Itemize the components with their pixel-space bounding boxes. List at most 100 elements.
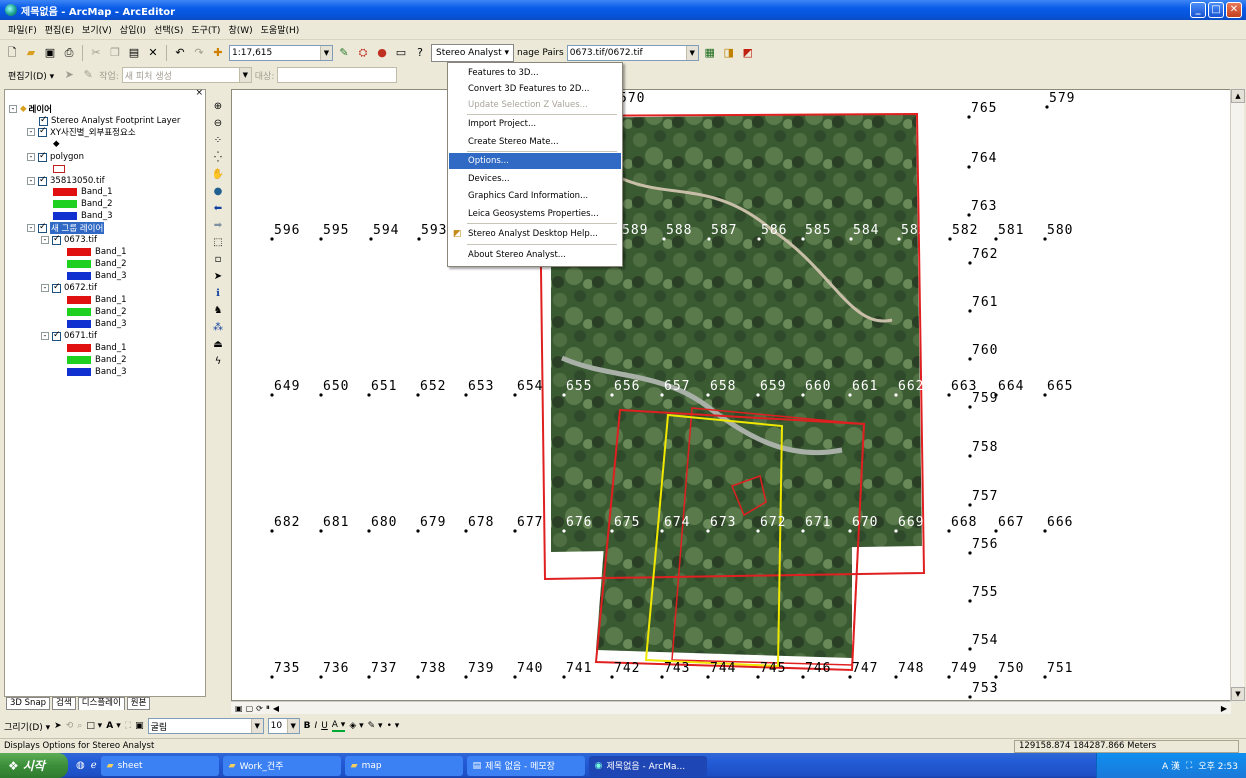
select-elements-icon[interactable]: ➤ (54, 721, 62, 731)
collapse-icon[interactable]: - (27, 224, 35, 232)
cut-icon[interactable]: ✂ (88, 45, 104, 61)
stereo-tools-icon[interactable]: ◩ (740, 45, 756, 61)
font-combo[interactable]: 굴림 ▼ (147, 718, 264, 734)
toc-row-0671[interactable]: - 0671.tif (41, 330, 97, 342)
scroll-down-icon[interactable]: ▼ (1231, 687, 1245, 701)
collapse-icon[interactable]: - (9, 105, 17, 113)
menu-item-devices[interactable]: Devices... (449, 171, 621, 187)
toc-row-polygon[interactable]: - polygon (27, 151, 84, 163)
new-text-icon[interactable]: A ▾ (106, 721, 121, 731)
horizontal-scrollbar[interactable]: ▣ ▢ ⟳ ⏸ ◀ ▶ (231, 701, 1231, 714)
chevron-down-icon[interactable]: ▼ (685, 46, 698, 60)
tab-source[interactable]: 원본 (126, 697, 151, 710)
menu-item-features-to-3d[interactable]: Features to 3D... (449, 65, 621, 81)
maximize-button[interactable]: □ (1208, 2, 1224, 18)
select-elements-icon[interactable]: ➤ (214, 270, 222, 284)
tab-display[interactable]: 디스플레이 (77, 697, 125, 710)
menu-item-options[interactable]: Options... (449, 153, 621, 169)
scroll-left-icon[interactable]: ◀ (273, 704, 279, 713)
font-style-icon[interactable]: ▣ (135, 721, 144, 731)
paste-icon[interactable]: ▤ (126, 45, 142, 61)
task-notepad[interactable]: ▤ 제목 없음 - 메모장 (466, 755, 585, 776)
open-folder-icon[interactable]: ▰ (23, 45, 39, 61)
chevron-down-icon[interactable]: ▼ (250, 719, 263, 733)
chevron-down-icon[interactable]: ▼ (286, 719, 299, 733)
menu-item-convert-to-2d[interactable]: Convert 3D Features to 2D... (449, 81, 621, 97)
bold-button[interactable]: B (304, 721, 311, 731)
map-scale-combo[interactable]: 1:17,615 ▼ (229, 45, 333, 61)
layer-checkbox[interactable] (39, 115, 48, 126)
layer-checkbox[interactable] (38, 222, 47, 233)
menu-item-help[interactable]: ◩ Stereo Analyst Desktop Help... (449, 226, 621, 242)
layer-checkbox[interactable] (52, 282, 61, 293)
go-to-xy-icon[interactable]: ⁂ (213, 321, 223, 335)
font-size-combo[interactable]: 10 ▼ (267, 718, 300, 734)
toc-row-0673[interactable]: - 0673.tif (41, 234, 97, 246)
new-document-icon[interactable]: 🗋 (4, 45, 20, 61)
layer-checkbox[interactable] (38, 151, 47, 162)
marker-color-icon[interactable]: • ▾ (387, 721, 400, 731)
collapse-icon[interactable]: - (41, 236, 49, 244)
task-sheet[interactable]: ▰ sheet (100, 755, 219, 776)
collapse-icon[interactable]: - (27, 177, 35, 185)
menu-item-about[interactable]: About Stereo Analyst... (449, 247, 621, 263)
tab-3d-snap[interactable]: 3D Snap (6, 697, 51, 710)
back-icon[interactable]: ⬅ (214, 202, 222, 216)
minimize-button[interactable]: _ (1190, 2, 1206, 18)
stereo-view-icon[interactable]: ▦ (702, 45, 718, 61)
data-view-icon[interactable]: ▣ (235, 704, 243, 713)
forward-icon[interactable]: ➡ (214, 219, 222, 233)
ime-indicator[interactable]: A 漢 (1162, 759, 1180, 772)
fill-color-icon[interactable]: ◈ ▾ (349, 721, 363, 731)
target-combo[interactable] (277, 67, 398, 83)
zoom-out-icon[interactable]: ⊖ (214, 117, 222, 131)
line-color-icon[interactable]: ✎ ▾ (368, 721, 383, 731)
scroll-up-icon[interactable]: ▲ (1231, 89, 1245, 103)
menu-item-leica-properties[interactable]: Leica Geosystems Properties... (449, 206, 621, 222)
menu-file[interactable]: 파일(F) (4, 23, 41, 36)
vertical-scrollbar[interactable]: ▲ ▼ (1230, 89, 1245, 701)
print-icon[interactable]: ⎙ (61, 45, 77, 61)
font-color-icon[interactable]: A ▾ (331, 720, 346, 732)
toc-row-xy[interactable]: - XY사진별_외부표정요소 (27, 126, 136, 138)
copy-icon[interactable]: ❐ (107, 45, 123, 61)
pause-icon[interactable]: ⏸ (266, 703, 270, 713)
menu-item-graphics-card[interactable]: Graphics Card Information... (449, 188, 621, 204)
menu-item-create-stereo-mate[interactable]: Create Stereo Mate... (449, 134, 621, 150)
undo-icon[interactable]: ↶ (172, 45, 188, 61)
fixed-zoom-out-icon[interactable]: ⁛ (214, 151, 222, 165)
map-view[interactable]: 596 595 594 593 589 588 587 586 585 584 583 582 581 5… (231, 89, 1235, 701)
toc-row-layers[interactable]: - ◆ 레이어 (9, 103, 52, 115)
redo-icon[interactable]: ↷ (191, 45, 207, 61)
menu-item-update-z[interactable]: Update Selection Z Values... (449, 97, 621, 113)
menu-tools[interactable]: 도구(T) (187, 23, 224, 36)
chevron-down-icon[interactable]: ▼ (320, 46, 332, 60)
close-button[interactable]: ✕ (1226, 2, 1242, 18)
command-line-icon[interactable]: ▭ (393, 45, 409, 61)
scroll-right-icon[interactable]: ▶ (1221, 704, 1227, 713)
tab-search[interactable]: 검색 (52, 697, 76, 710)
catalog-icon[interactable]: ● (374, 45, 390, 61)
delete-icon[interactable]: ✕ (145, 45, 161, 61)
menu-edit[interactable]: 편집(E) (41, 23, 78, 36)
menu-insert[interactable]: 삽입(I) (116, 23, 150, 36)
editor-menu-button[interactable]: 편집기(D) ▾ (4, 66, 58, 84)
fixed-zoom-in-icon[interactable]: ⁘ (214, 134, 222, 148)
network-icon[interactable]: ⛶ (1186, 761, 1192, 771)
collapse-icon[interactable]: - (41, 332, 49, 340)
browser-icon[interactable]: ◍ (76, 760, 85, 771)
ie-icon[interactable]: ℯ (91, 760, 97, 771)
task-combo[interactable]: 새 피처 생성 ▼ (121, 67, 252, 83)
stereo-analyst-menu-button[interactable]: Stereo Analyst ▾ (431, 44, 514, 62)
underline-button[interactable]: U (321, 721, 328, 731)
save-icon[interactable]: ▣ (42, 45, 58, 61)
layer-checkbox[interactable] (52, 330, 61, 341)
collapse-icon[interactable]: - (27, 153, 35, 161)
zoom-whole-page-icon[interactable]: ⌕ (77, 721, 82, 731)
draw-menu-button[interactable]: 그리기(D) ▾ (4, 720, 50, 733)
whats-this-icon[interactable]: ? (412, 45, 428, 61)
measure-icon[interactable]: ⏏ (213, 338, 222, 352)
find-icon[interactable]: ♞ (214, 304, 223, 318)
stereo-window-icon[interactable]: ◨ (721, 45, 737, 61)
edit-vertices-icon[interactable]: ⛶ (125, 721, 131, 731)
